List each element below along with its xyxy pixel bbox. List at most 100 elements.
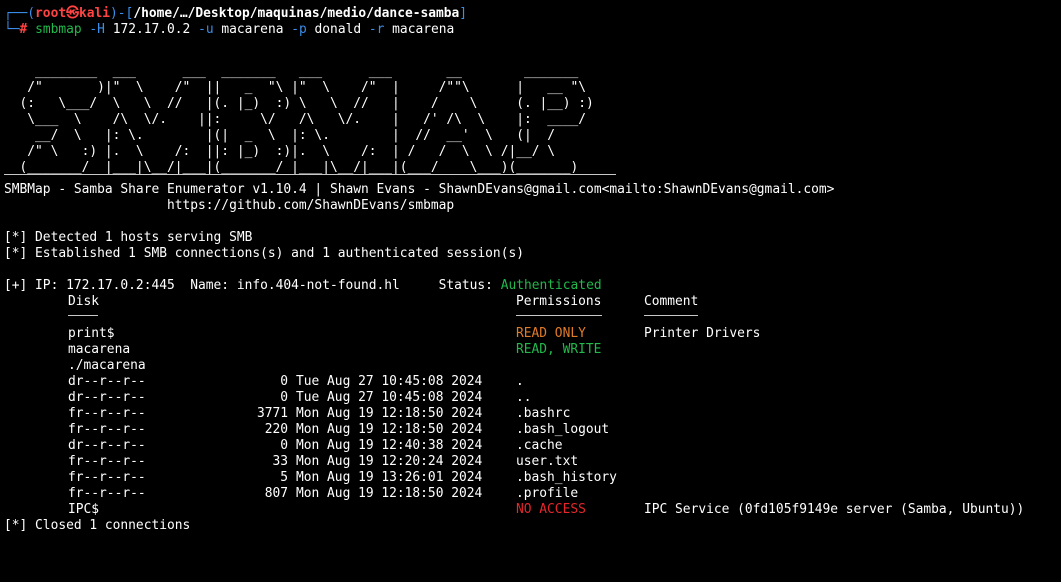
file-row: fr--r--r-- 5 Mon Aug 19 13:26:01 2024 .bash… bbox=[4, 470, 1059, 486]
file-size: 807 bbox=[264, 486, 288, 501]
file-perms: dr--r--r-- bbox=[68, 374, 146, 389]
file-name: .. bbox=[516, 390, 532, 405]
file-row: fr--r--r-- 3771 Mon Aug 19 12:18:50 2024 .b… bbox=[4, 406, 1059, 422]
prompt-hash: # bbox=[19, 22, 28, 37]
file-date: Mon Aug 19 12:20:24 2024 bbox=[296, 454, 483, 469]
file-name: . bbox=[516, 374, 524, 389]
command-flag: -p bbox=[291, 22, 307, 37]
header-disk: Disk bbox=[68, 294, 100, 309]
banner-separator bbox=[4, 174, 616, 175]
host-line: [+] IP: 172.17.0.2:445 Name: info.404-no… bbox=[4, 278, 1059, 294]
share-name: IPC$ bbox=[68, 502, 100, 517]
share-permission: READ, WRITE bbox=[516, 342, 602, 357]
file-size: 3771 bbox=[256, 406, 288, 421]
file-row: fr--r--r-- 33 Mon Aug 19 12:20:24 2024 user… bbox=[4, 454, 1059, 470]
file-name: .bashrc bbox=[516, 406, 571, 421]
listing-path: ./macarena bbox=[4, 358, 1059, 374]
share-row: print$ READ ONLY Printer Drivers bbox=[4, 326, 1059, 342]
command-line[interactable]: └─# smbmap -H 172.17.0.2 -u macarena -p … bbox=[4, 22, 1059, 38]
file-perms: fr--r--r-- bbox=[68, 454, 146, 469]
file-perms: dr--r--r-- bbox=[68, 438, 146, 453]
file-row: dr--r--r-- 0 Tue Aug 27 10:45:08 2024. bbox=[4, 374, 1059, 390]
prompt-bracket-open: ┌──( bbox=[4, 6, 36, 21]
share-name: print$ bbox=[68, 326, 115, 341]
file-size: 33 bbox=[272, 454, 288, 469]
file-perms: fr--r--r-- bbox=[68, 470, 146, 485]
file-listing: dr--r--r-- 0 Tue Aug 27 10:45:08 2024. dr--… bbox=[4, 374, 1059, 502]
file-name: .cache bbox=[516, 438, 563, 453]
file-name: .bash_logout bbox=[516, 422, 610, 437]
share-table-underline bbox=[4, 310, 1059, 326]
command-flag: -H bbox=[89, 22, 105, 37]
terminal-output-lower[interactable]: SMBMap - Samba Share Enumerator v1.10.4 … bbox=[4, 182, 1059, 534]
host-info: [+] IP: 172.17.0.2:445 Name: info.404-no… bbox=[4, 278, 501, 293]
ascii-line: __/ \ |: \. |(| _ \ |: \. | // __' \ (| … bbox=[4, 128, 556, 143]
file-size: 5 bbox=[280, 470, 288, 485]
file-date: Mon Aug 19 12:40:38 2024 bbox=[296, 438, 483, 453]
command-name: smbmap bbox=[35, 22, 82, 37]
share-permission: READ ONLY bbox=[516, 326, 586, 341]
established-message: [*] Established 1 SMB connections(s) and… bbox=[4, 246, 524, 261]
share-comment: IPC Service (0fd105f9149e server (Samba,… bbox=[644, 502, 1025, 517]
prompt-at-icon: ㉿ bbox=[66, 6, 79, 21]
header-underline bbox=[516, 310, 602, 326]
file-row: fr--r--r-- 220 Mon Aug 19 12:18:50 2024 .ba… bbox=[4, 422, 1059, 438]
banner-url: https://github.com/ShawnDEvans/smbmap bbox=[4, 198, 455, 213]
command-value: 172.17.0.2 bbox=[112, 22, 191, 37]
prompt-user: root bbox=[35, 6, 67, 21]
file-row: dr--r--r-- 0 Tue Aug 27 10:45:08 2024.. bbox=[4, 390, 1059, 406]
share-table-header: Disk Permissions Comment bbox=[4, 294, 1059, 310]
ascii-line: /" )|" \ /" || _ "\ |" \ /" | /""\ | __ … bbox=[4, 80, 587, 95]
file-name: .profile bbox=[516, 486, 579, 501]
header-permissions: Permissions bbox=[516, 294, 602, 309]
detected-message: [*] Detected 1 hosts serving SMB bbox=[4, 230, 253, 245]
file-row: dr--r--r-- 0 Mon Aug 19 12:40:38 2024 .cach… bbox=[4, 438, 1059, 454]
file-date: Mon Aug 19 13:26:01 2024 bbox=[296, 470, 483, 485]
file-perms: fr--r--r-- bbox=[68, 422, 146, 437]
share-comment: Printer Drivers bbox=[644, 326, 761, 341]
file-perms: dr--r--r-- bbox=[68, 390, 146, 405]
file-date: Mon Aug 19 12:18:50 2024 bbox=[296, 422, 483, 437]
ascii-line: \___ \ /\ \/. ||: \/ /\ \/. | /' /\ \ |:… bbox=[4, 112, 587, 127]
file-size: 0 bbox=[280, 374, 288, 389]
file-date: Mon Aug 19 12:18:50 2024 bbox=[296, 486, 483, 501]
share-permission: NO ACCESS bbox=[516, 502, 586, 517]
share-row: macarena READ, WRITE bbox=[4, 342, 1059, 358]
file-size: 220 bbox=[264, 422, 288, 437]
prompt-line: ┌──(root㉿kali)-[/home/…/Desktop/maquinas… bbox=[4, 6, 1059, 22]
ipc-row: IPC$ NO ACCESS IPC Service (0fd105f9149e… bbox=[4, 502, 1059, 518]
file-size: 0 bbox=[280, 438, 288, 453]
file-date: Tue Aug 27 10:45:08 2024 bbox=[296, 390, 483, 405]
banner-line: SMBMap - Samba Share Enumerator v1.10.4 … bbox=[4, 182, 835, 197]
command-flag: -u bbox=[198, 22, 214, 37]
prompt-path-sep: )-[ bbox=[110, 6, 134, 21]
command-value: macarena bbox=[221, 22, 284, 37]
file-size: 0 bbox=[280, 390, 288, 405]
file-perms: fr--r--r-- bbox=[68, 486, 146, 501]
status-badge: Authenticated bbox=[500, 278, 602, 293]
prompt-path-close: ] bbox=[459, 6, 468, 21]
ascii-line: (: \___/ \ \ // |(. |_) :) \ \ // | / \ … bbox=[4, 96, 594, 111]
ascii-line: /" \ :) |. \ /: ||: |_) :)|. \ /: | / / … bbox=[4, 144, 556, 159]
file-name: .bash_history bbox=[516, 470, 617, 485]
command-value: macarena bbox=[392, 22, 455, 37]
prompt-host: kali bbox=[78, 6, 111, 21]
prompt-path: /home/…/Desktop/maquinas/medio/dance-sam… bbox=[133, 6, 460, 21]
command-flag: -r bbox=[368, 22, 385, 37]
header-comment: Comment bbox=[644, 294, 699, 309]
header-underline bbox=[644, 310, 698, 326]
header-underline bbox=[68, 310, 98, 326]
share-name: macarena bbox=[68, 342, 131, 357]
terminal-output[interactable]: ┌──(root㉿kali)-[/home/…/Desktop/maquinas… bbox=[4, 6, 1059, 176]
command-value: donald bbox=[314, 22, 362, 37]
file-row: fr--r--r-- 807 Mon Aug 19 12:18:50 2024 .pr… bbox=[4, 486, 1059, 502]
file-name: user.txt bbox=[516, 454, 579, 469]
listing-path-text: ./macarena bbox=[68, 358, 146, 373]
ascii-line: ________ ___ ___ _______ ___ ___ __ ____… bbox=[4, 64, 579, 79]
smbmap-ascii-logo: ________ ___ ___ _______ ___ ___ __ ____… bbox=[4, 64, 1059, 176]
closed-message: [*] Closed 1 connections bbox=[4, 518, 191, 533]
prompt-line2-prefix: └─ bbox=[4, 22, 20, 37]
